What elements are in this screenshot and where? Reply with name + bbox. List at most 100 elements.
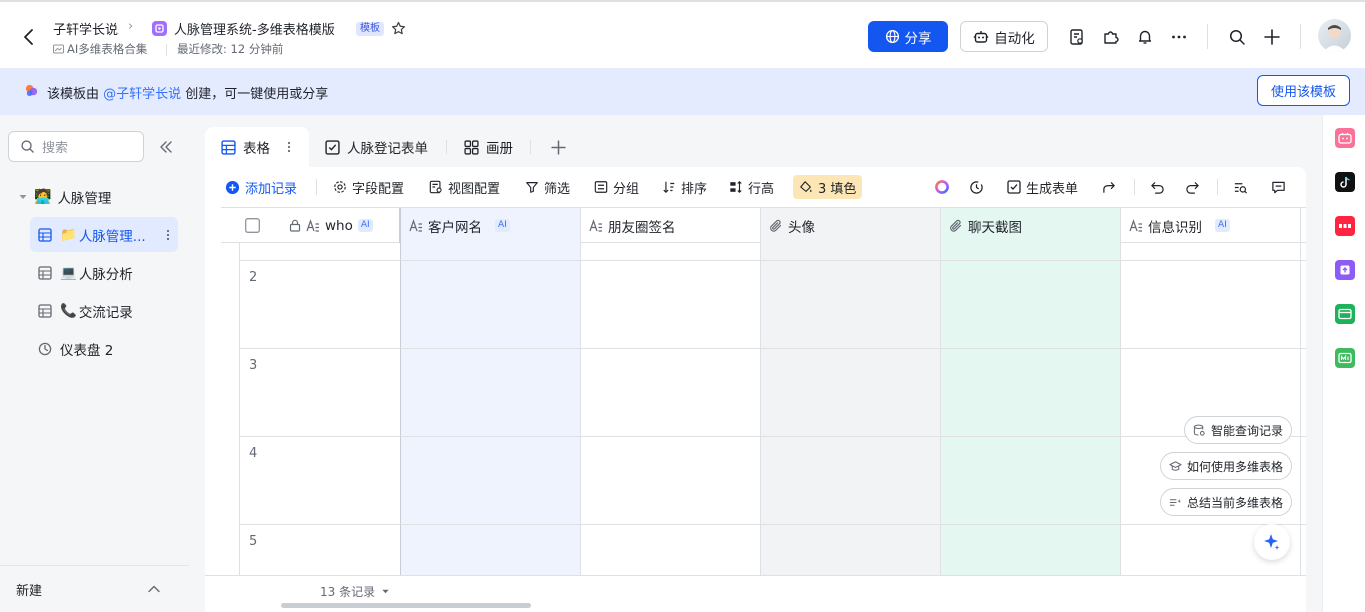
divider: [446, 140, 447, 154]
summarize-button[interactable]: 总结当前多维表格: [1160, 488, 1293, 516]
collapse-sidebar-icon[interactable]: [158, 139, 174, 155]
generate-form-button[interactable]: 生成表单: [1007, 177, 1078, 197]
view-toolbar: 添加记录 字段配置 视图配置 筛选 分组 排序 行高 3 填色 生成表单: [205, 167, 1306, 207]
more-vertical-icon[interactable]: [166, 229, 170, 241]
chevron-right-icon: ›: [128, 19, 134, 34]
more-vertical-icon[interactable]: [287, 141, 291, 153]
search-input[interactable]: 搜索: [8, 131, 144, 162]
lock-icon: [289, 219, 301, 232]
sidebar-item-label: 仪表盘 2: [60, 342, 114, 359]
sidebar-item-label: 人脉分析: [78, 266, 133, 283]
upload-app-icon[interactable]: [1335, 260, 1355, 280]
column-label: 朋友圈签名: [608, 219, 676, 236]
table-row[interactable]: 5: [239, 525, 1306, 575]
fill-color-button[interactable]: 3 填色: [793, 175, 863, 199]
sidebar-root[interactable]: 🧑‍💻 人脉管理: [18, 187, 111, 207]
automation-label: 自动化: [994, 30, 1035, 47]
document-icon[interactable]: [1067, 27, 1087, 47]
share-arrow-icon[interactable]: [1102, 177, 1117, 197]
table-icon: [38, 227, 52, 242]
paint-bucket-icon: [799, 180, 813, 194]
ai-sparkle-button[interactable]: [1254, 524, 1290, 560]
how-to-use-button[interactable]: 如何使用多维表格: [1160, 452, 1293, 480]
column-header-info-recognition[interactable]: 信息识别 AI: [1121, 208, 1301, 243]
smart-query-button[interactable]: 智能查询记录: [1184, 416, 1293, 444]
table-row[interactable]: 4: [239, 437, 1306, 525]
add-view-button[interactable]: [551, 127, 566, 167]
table-row[interactable]: [239, 243, 1306, 261]
add-record-button[interactable]: 添加记录: [225, 177, 297, 197]
attachment-icon: [769, 219, 783, 233]
tab-form[interactable]: 人脉登记表单: [325, 127, 428, 167]
filter-button[interactable]: 筛选: [525, 177, 570, 197]
tab-gallery[interactable]: 画册: [464, 127, 513, 167]
sidebar-item-communication[interactable]: 📞 交流记录: [30, 293, 178, 328]
comment-icon[interactable]: [1271, 177, 1286, 197]
column-header-moments-signature[interactable]: 朋友圈签名: [581, 208, 761, 243]
horizontal-scrollbar[interactable]: [281, 603, 531, 608]
column-label: who: [325, 217, 353, 234]
column-header-avatar[interactable]: 头像: [761, 208, 941, 243]
automation-button[interactable]: 自动化: [960, 21, 1048, 52]
plus-icon[interactable]: [1262, 27, 1282, 47]
ai-assistant-icon[interactable]: [934, 177, 950, 197]
phone-emoji-icon: 📞: [60, 302, 77, 319]
table-row[interactable]: 3: [239, 349, 1306, 437]
folder-name[interactable]: AI多维表格合集: [67, 41, 147, 57]
new-button[interactable]: 新建: [0, 565, 189, 612]
plugin-icon[interactable]: [1101, 27, 1121, 47]
doc-title[interactable]: 人脉管理系统-多维表格模版: [174, 19, 335, 38]
plus-icon: [551, 139, 566, 155]
person-laptop-icon: 🧑‍💻: [34, 189, 52, 205]
sort-button[interactable]: 排序: [662, 177, 707, 197]
column-header-customer-name[interactable]: 客户网名 AI: [401, 208, 581, 243]
star-icon[interactable]: [391, 21, 406, 36]
record-count[interactable]: 13 条记录: [320, 583, 390, 600]
column-header-chat-screenshot[interactable]: 聊天截图: [941, 208, 1121, 243]
tiktok-icon[interactable]: [1335, 172, 1355, 192]
breadcrumb-parent[interactable]: 子轩学长说: [53, 19, 118, 38]
group-label: 分组: [613, 181, 640, 197]
sidebar-item-dashboard[interactable]: 仪表盘 2: [30, 331, 178, 366]
more-icon[interactable]: [1169, 27, 1189, 47]
row-height-button[interactable]: 行高: [729, 177, 774, 197]
column-label: 头像: [788, 219, 815, 236]
last-modified: 最近修改: 12 分钟前: [177, 42, 284, 56]
search-records-icon[interactable]: [1233, 177, 1248, 197]
select-all-checkbox[interactable]: [221, 208, 281, 243]
grid-header: who AI 客户网名 AI 朋友圈签名 头像 聊天截图 信息识别 AI: [221, 207, 1306, 243]
how-to-use-label: 如何使用多维表格: [1187, 459, 1284, 474]
history-icon[interactable]: [969, 177, 984, 197]
share-button[interactable]: 分享: [868, 21, 948, 52]
undo-icon[interactable]: [1150, 177, 1165, 197]
user-avatar[interactable]: [1318, 19, 1351, 52]
field-config-button[interactable]: 字段配置: [333, 177, 404, 197]
group-button[interactable]: 分组: [594, 177, 639, 197]
column-header-who[interactable]: who AI: [281, 208, 401, 243]
tab-table[interactable]: 表格: [205, 127, 309, 167]
add-record-label: 添加记录: [245, 181, 298, 197]
calendar-app-icon[interactable]: [1335, 304, 1355, 324]
filter-label: 筛选: [544, 181, 571, 197]
sidebar-item-contacts[interactable]: 📁 人脉管理...: [30, 217, 178, 252]
table-panel: 添加记录 字段配置 视图配置 筛选 分组 排序 行高 3 填色 生成表单 who…: [205, 167, 1306, 612]
banner-suffix: 创建，可一键使用或分享: [181, 87, 329, 102]
summary-icon: [1169, 496, 1182, 509]
back-arrow-icon[interactable]: [18, 26, 40, 48]
xiaohongshu-icon[interactable]: [1335, 216, 1355, 236]
table-row[interactable]: 2: [239, 261, 1306, 349]
author-link[interactable]: @子轩学长说: [103, 87, 181, 102]
search-icon[interactable]: [1227, 27, 1247, 47]
use-template-button[interactable]: 使用该模板: [1257, 75, 1350, 106]
view-config-button[interactable]: 视图配置: [429, 177, 500, 197]
bell-icon[interactable]: [1135, 27, 1155, 47]
share-label: 分享: [904, 30, 932, 47]
mj-app-icon[interactable]: [1335, 348, 1355, 368]
redo-icon[interactable]: [1185, 177, 1200, 197]
sidebar-item-label: 交流记录: [78, 304, 133, 321]
robot-icon: [973, 29, 989, 45]
row-number: 5: [249, 534, 258, 549]
sidebar-item-analysis[interactable]: 💻 人脉分析: [30, 255, 178, 290]
top-bar: 子轩学长说 › 人脉管理系统-多维表格模版 模板 AI多维表格合集 最近修改: …: [0, 0, 1365, 68]
bilibili-icon[interactable]: [1335, 128, 1355, 148]
